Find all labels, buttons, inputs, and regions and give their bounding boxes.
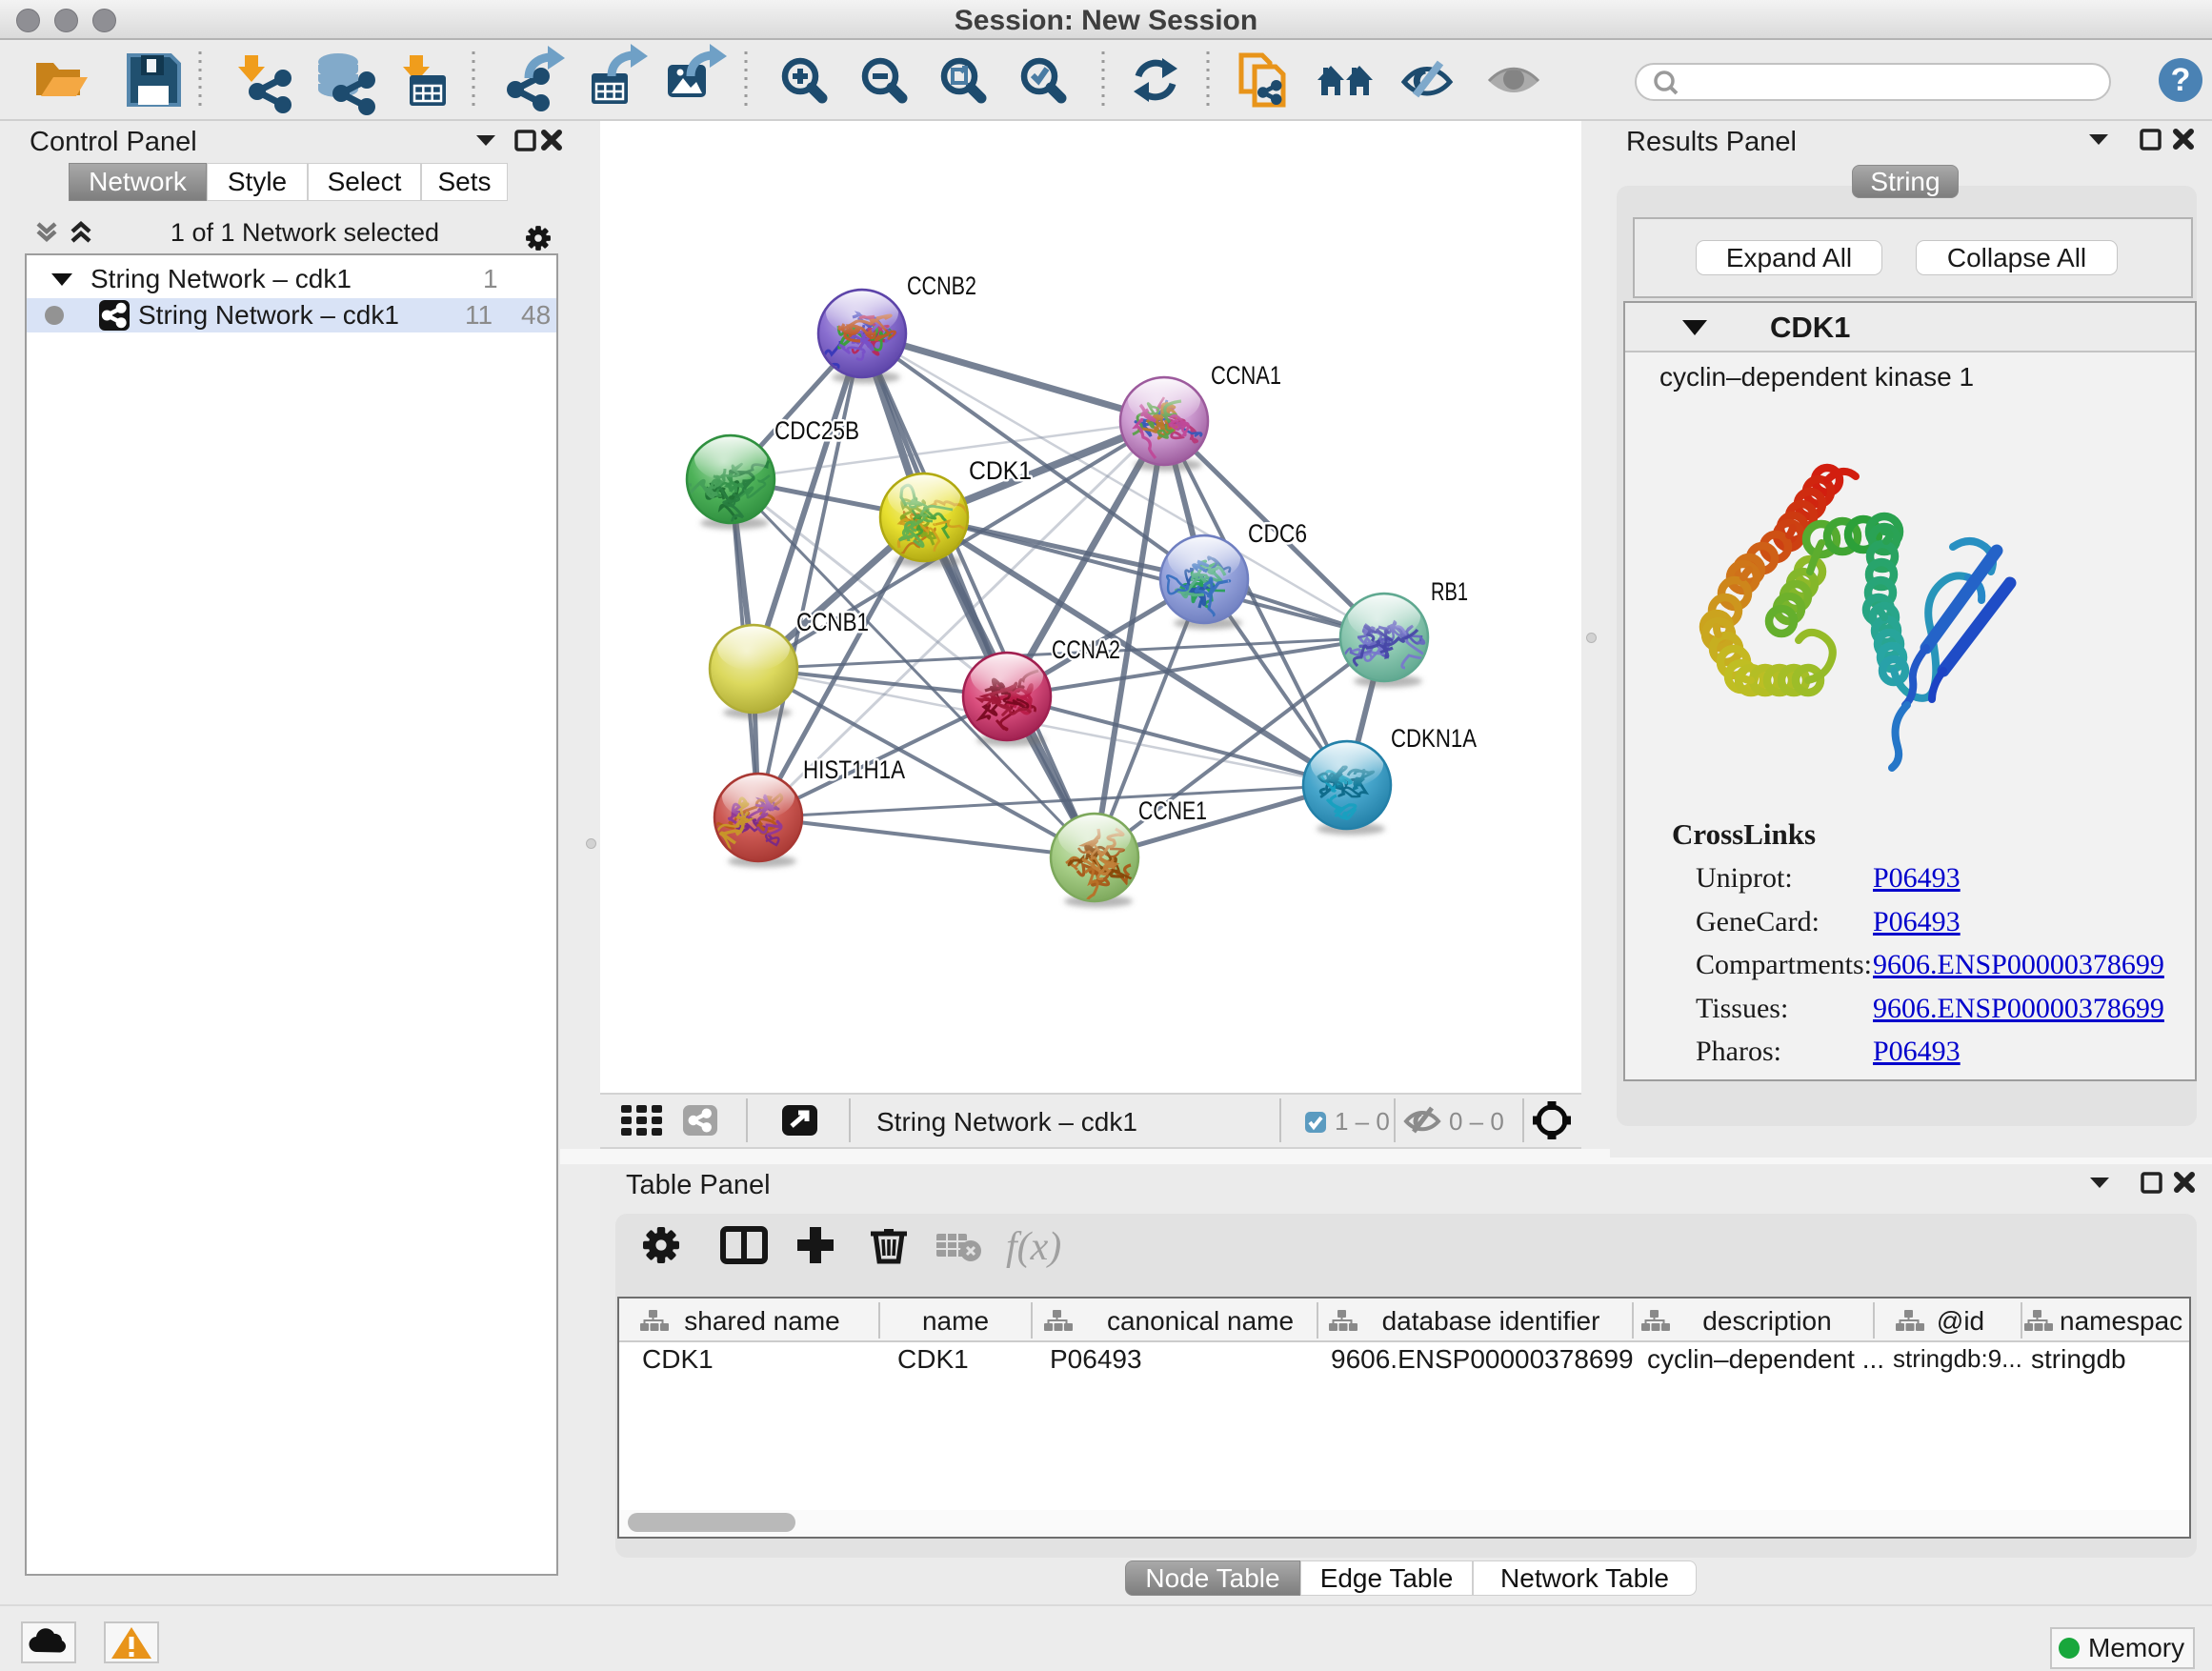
svg-text:f(x): f(x)	[1006, 1225, 1061, 1269]
svg-text:canonical name: canonical name	[1107, 1306, 1294, 1336]
svg-text:CCNB2: CCNB2	[907, 272, 976, 300]
svg-text:HIST1H1A: HIST1H1A	[803, 755, 905, 784]
svg-text:CDC25B: CDC25B	[774, 416, 859, 445]
svg-text:CDC6: CDC6	[1248, 519, 1307, 548]
svg-text:CDK1: CDK1	[969, 456, 1032, 485]
svg-text:CCNB1: CCNB1	[796, 608, 869, 636]
svg-text:CCNA2: CCNA2	[1052, 635, 1120, 664]
svg-text:@id: @id	[1937, 1306, 1984, 1336]
svg-text:1 – 0: 1 – 0	[1335, 1107, 1390, 1136]
svg-text:database identifier: database identifier	[1382, 1306, 1600, 1336]
svg-text:description: description	[1702, 1306, 1831, 1336]
svg-text:CDKN1A: CDKN1A	[1391, 724, 1477, 753]
svg-text:namespac: namespac	[2060, 1306, 2182, 1336]
svg-text:shared name: shared name	[684, 1306, 839, 1336]
svg-text:CCNE1: CCNE1	[1138, 796, 1207, 825]
svg-text:RB1: RB1	[1431, 577, 1468, 606]
svg-text:String Network – cdk1: String Network – cdk1	[876, 1107, 1137, 1137]
svg-text:0 – 0: 0 – 0	[1449, 1107, 1504, 1136]
svg-text:CCNA1: CCNA1	[1211, 361, 1281, 390]
svg-text:name: name	[922, 1306, 989, 1336]
